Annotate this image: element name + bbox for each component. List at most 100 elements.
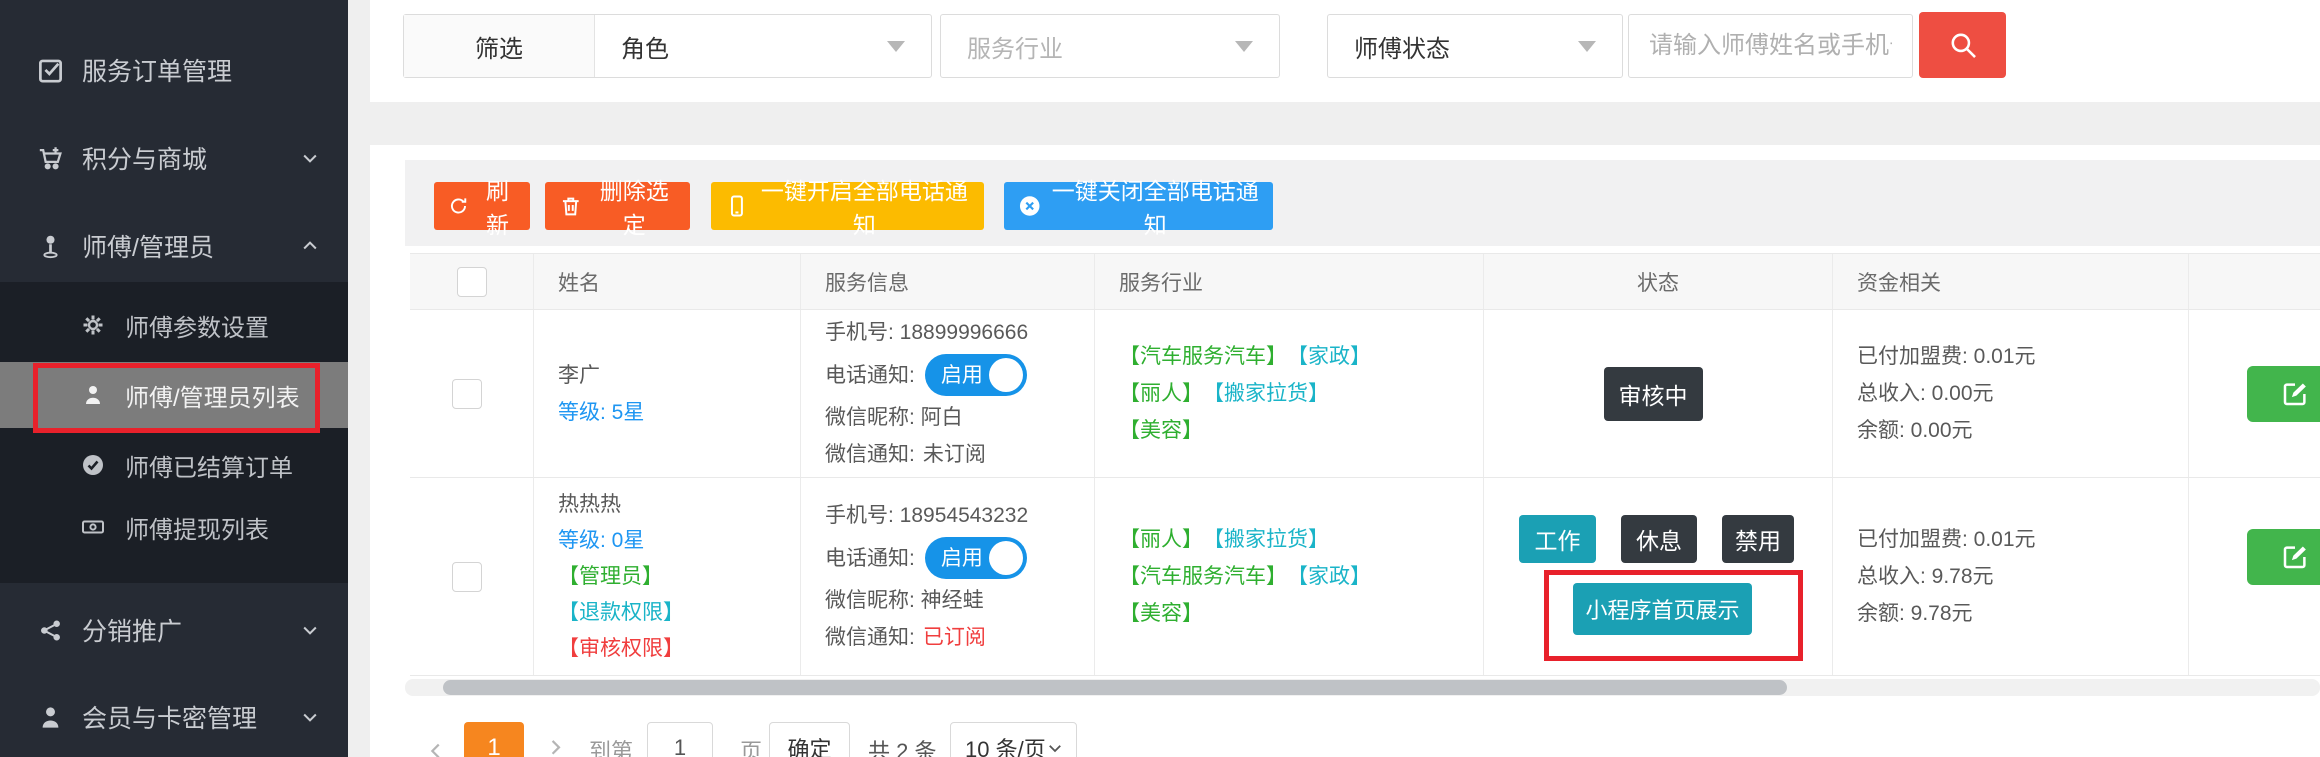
toggle-knob xyxy=(989,541,1023,575)
sidebar-item-service-orders[interactable]: 服务订单管理 xyxy=(0,44,348,96)
scrollbar-thumb[interactable] xyxy=(443,680,1787,695)
check-circle-icon xyxy=(81,453,105,477)
search-button[interactable] xyxy=(1919,12,2006,78)
master-status-select[interactable]: 师傅状态 xyxy=(1327,14,1623,78)
filter-panel: 筛选 角色 服务行业 师傅状态 xyxy=(370,0,2320,102)
sidebar-item-label: 服务订单管理 xyxy=(82,52,232,88)
industry-tag: 【家政】 xyxy=(1287,338,1371,375)
check-square-icon xyxy=(37,57,64,84)
industry-select[interactable]: 服务行业 xyxy=(940,14,1280,78)
search-icon xyxy=(1946,28,1980,62)
balance: 余额: 9.78元 xyxy=(1857,595,2178,632)
sidebar-item-distribution[interactable]: 分销推广 xyxy=(0,604,348,656)
edit-button[interactable] xyxy=(2247,529,2320,585)
industry-select-placeholder: 服务行业 xyxy=(941,29,1235,64)
wechat-notify-label: 微信通知: xyxy=(825,619,915,656)
master-status-select-value: 师傅状态 xyxy=(1328,29,1578,64)
edit-button[interactable] xyxy=(2247,366,2320,422)
header-status: 状态 xyxy=(1483,254,1832,309)
role-tag: 【管理员】 xyxy=(558,559,790,595)
role-tag: 【审核权限】 xyxy=(558,631,790,667)
content-card: 刷新 删除选定 一键开启全部电话通知 一键关闭全部电话通知 姓名 服务信息 服务… xyxy=(370,145,2320,757)
red-annotation-box: 小程序首页展示 xyxy=(1544,570,1803,661)
phone-notify-label: 电话通知: xyxy=(825,357,915,394)
franchise-fee: 已付加盟费: 0.01元 xyxy=(1857,338,2178,375)
finance-cell: 已付加盟费: 0.01元 总收入: 9.78元 余额: 9.78元 xyxy=(1832,478,2188,675)
actions-cell xyxy=(2188,310,2320,477)
status-reviewing-button[interactable]: 审核中 xyxy=(1604,367,1703,421)
goto-confirm-button[interactable]: 确定 xyxy=(769,722,850,757)
prev-page-icon[interactable] xyxy=(425,740,447,757)
edit-pencil-icon xyxy=(2280,379,2310,409)
service-info-cell: 手机号: 18899996666 电话通知: 启用 微信昵称: 阿白 微信通知:… xyxy=(800,310,1094,477)
status-disabled-button[interactable]: 禁用 xyxy=(1722,515,1794,563)
wechat-notify-label: 微信通知: xyxy=(825,436,915,473)
user-icon xyxy=(37,704,64,731)
master-level[interactable]: 等级: 0星 xyxy=(558,523,790,559)
disable-all-label: 一键关闭全部电话通知 xyxy=(1051,172,1259,240)
search-input[interactable] xyxy=(1628,14,1913,78)
industry-tag: 【搬家拉货】 xyxy=(1203,521,1329,558)
phone-notify-toggle[interactable]: 启用 xyxy=(925,354,1027,396)
banknote-icon xyxy=(81,515,105,539)
delete-selected-button[interactable]: 删除选定 xyxy=(545,182,690,230)
industry-tag: 【丽人】 xyxy=(1119,375,1203,412)
chevron-up-icon xyxy=(300,236,320,256)
edit-pencil-icon xyxy=(2280,542,2310,572)
sidebar-item-members-cards[interactable]: 会员与卡密管理 xyxy=(0,691,348,743)
master-name: 李广 xyxy=(558,357,790,394)
goto-page-input[interactable] xyxy=(647,722,713,757)
sidebar-item-master-params[interactable]: 师傅参数设置 xyxy=(0,299,348,351)
disable-all-phone-notify-button[interactable]: 一键关闭全部电话通知 xyxy=(1004,182,1273,230)
status-cell: 审核中 xyxy=(1483,310,1832,477)
role-filter-group: 筛选 角色 xyxy=(403,14,932,78)
next-page-icon[interactable] xyxy=(548,740,570,757)
sidebar-item-label: 师傅已结算订单 xyxy=(125,448,293,483)
row-checkbox[interactable] xyxy=(452,562,482,592)
status-cell: 工作 休息 禁用 小程序首页展示 xyxy=(1483,478,1832,675)
sidebar-item-label: 会员与卡密管理 xyxy=(82,699,257,735)
caret-down-icon xyxy=(1235,41,1253,52)
sidebar-item-settled-orders[interactable]: 师傅已结算订单 xyxy=(0,439,348,491)
masters-table: 姓名 服务信息 服务行业 状态 资金相关 李广 等级: 5星 手机号: 1889… xyxy=(410,253,2320,676)
wechat-notify-value: 未订阅 xyxy=(923,436,986,473)
gear-icon xyxy=(81,313,105,337)
refresh-button[interactable]: 刷新 xyxy=(434,182,530,230)
row-checkbox[interactable] xyxy=(452,379,482,409)
page-size-select[interactable]: 10 条/页 xyxy=(950,722,1077,757)
master-level[interactable]: 等级: 5星 xyxy=(558,394,790,431)
mobile-phone-icon xyxy=(725,193,749,219)
sidebar-item-withdraw-list[interactable]: 师傅提现列表 xyxy=(0,501,348,553)
industry-cell: 【丽人】 【搬家拉货】 【汽车服务汽车】 【家政】 【美容】 xyxy=(1094,478,1483,675)
page-unit-label: 页 xyxy=(740,734,762,757)
header-service-info: 服务信息 xyxy=(800,254,1094,309)
toggle-knob xyxy=(989,358,1023,392)
actions-cell xyxy=(2188,478,2320,675)
role-select[interactable]: 角色 xyxy=(595,29,931,64)
status-working-button[interactable]: 工作 xyxy=(1519,515,1596,563)
header-finance: 资金相关 xyxy=(1832,254,2188,309)
industry-tag: 【汽车服务汽车】 xyxy=(1119,338,1287,375)
wechat-nickname: 微信昵称: 神经蛙 xyxy=(825,582,1084,619)
name-cell: 李广 等级: 5星 xyxy=(533,310,800,477)
sidebar-item-master-admin-list[interactable]: 师傅/管理员列表 xyxy=(0,362,348,428)
phone-notify-toggle[interactable]: 启用 xyxy=(925,537,1027,579)
filter-label: 筛选 xyxy=(404,15,595,77)
industry-tag: 【搬家拉货】 xyxy=(1203,375,1329,412)
role-select-value: 角色 xyxy=(595,29,887,64)
mini-program-home-button[interactable]: 小程序首页展示 xyxy=(1573,583,1752,635)
cart-icon xyxy=(37,145,64,172)
sidebar-item-masters-admins[interactable]: 师傅/管理员 xyxy=(0,220,348,272)
current-page-button[interactable]: 1 xyxy=(464,722,524,757)
table-header-row: 姓名 服务信息 服务行业 状态 资金相关 xyxy=(410,253,2320,310)
circle-x-icon xyxy=(1018,193,1041,219)
caret-down-icon xyxy=(1578,41,1596,52)
wechat-notify-value: 已订阅 xyxy=(923,619,986,656)
enable-all-phone-notify-button[interactable]: 一键开启全部电话通知 xyxy=(711,182,984,230)
header-name: 姓名 xyxy=(533,254,800,309)
status-resting-button[interactable]: 休息 xyxy=(1621,515,1697,563)
sidebar-item-points-mall[interactable]: 积分与商城 xyxy=(0,132,348,184)
phone-number: 手机号: 18954543232 xyxy=(825,497,1084,534)
horizontal-scrollbar[interactable] xyxy=(405,679,2320,696)
select-all-checkbox[interactable] xyxy=(457,267,487,297)
